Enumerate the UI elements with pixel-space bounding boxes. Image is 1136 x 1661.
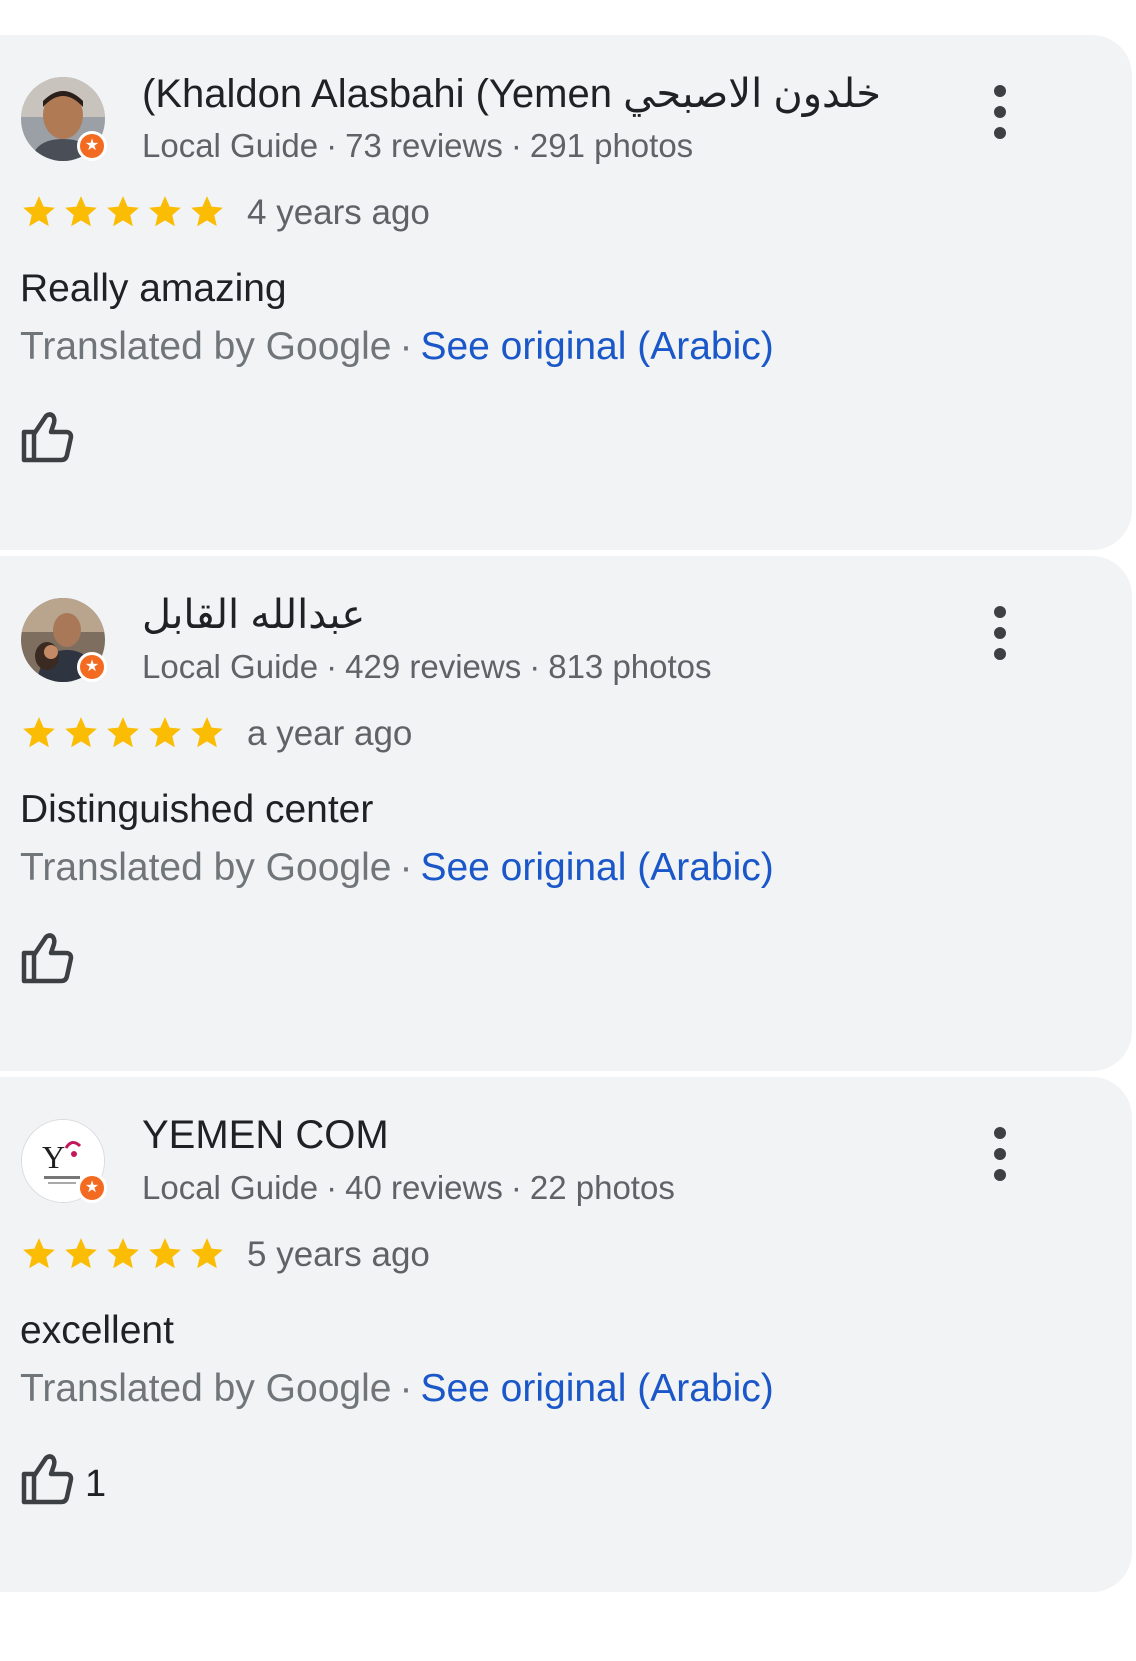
star-rating (20, 714, 230, 754)
separator: · (510, 127, 522, 164)
photos-count: 22 photos (529, 1169, 675, 1206)
guide-label: Local Guide (142, 648, 319, 685)
reviewer-name[interactable]: عبدالله القابل (142, 592, 365, 638)
see-original-link[interactable]: See original (Arabic) (420, 846, 773, 889)
separator: · (529, 648, 541, 685)
reviewer-meta: Local Guide · 429 reviews · 813 photos (142, 648, 712, 686)
translated-label: Translated by Google (20, 325, 392, 368)
like-button[interactable] (20, 931, 74, 987)
separator: · (326, 648, 338, 685)
star-icon (23, 196, 55, 227)
thumb-up-icon (21, 1454, 74, 1505)
review-time: 4 years ago (247, 193, 430, 232)
guide-label: Local Guide (142, 127, 319, 164)
reviewer-meta: Local Guide · 73 reviews · 291 photos (142, 127, 693, 165)
review-text: excellent (20, 1309, 174, 1352)
star-icon (191, 717, 223, 748)
translation-line: Translated by Google · See original (Arabi… (20, 1367, 774, 1411)
star-icon (107, 196, 139, 227)
review-card: ★ (Khaldon Alasbahi (Yemen خلدون الاصبحي… (0, 35, 1132, 550)
review-card: Y ★ YEMEN COM Local Guide · 40 reviews · 22 … (0, 1077, 1132, 1592)
star-icon (65, 717, 97, 748)
reviewer-name[interactable]: (Khaldon Alasbahi (Yemen خلدون الاصبحي (142, 71, 881, 117)
local-guide-star-icon: ★ (77, 131, 107, 161)
star-icon (149, 717, 181, 748)
star-icon (191, 1238, 223, 1269)
star-icon (191, 196, 223, 227)
reviews-count: 429 reviews (345, 648, 522, 685)
separator: · (399, 846, 413, 889)
reviewer-avatar[interactable]: ★ (21, 77, 107, 161)
star-icon (149, 196, 181, 227)
like-button[interactable] (20, 410, 74, 466)
review-text: Really amazing (20, 267, 287, 310)
reviewer-avatar[interactable]: Y ★ (21, 1119, 107, 1203)
separator: · (510, 1169, 522, 1206)
review-time: a year ago (247, 714, 413, 753)
reviewer-meta: Local Guide · 40 reviews · 22 photos (142, 1169, 675, 1207)
separator: · (326, 127, 338, 164)
separator: · (399, 325, 413, 368)
reviewer-avatar[interactable]: ★ (21, 598, 107, 682)
star-rating (20, 1235, 230, 1275)
more-vert-icon[interactable] (982, 1127, 1018, 1191)
review-card: ★ عبدالله القابل Local Guide · 429 reviews… (0, 556, 1132, 1071)
star-icon (23, 1238, 55, 1269)
review-text: Distinguished center (20, 788, 374, 831)
photos-count: 813 photos (548, 648, 712, 685)
see-original-link[interactable]: See original (Arabic) (420, 325, 773, 368)
photos-count: 291 photos (529, 127, 694, 164)
translation-line: Translated by Google · See original (Arabi… (20, 846, 774, 890)
like-button[interactable] (20, 1452, 74, 1508)
star-icon (107, 717, 139, 748)
see-original-link[interactable]: See original (Arabic) (420, 1367, 773, 1410)
local-guide-star-icon: ★ (77, 652, 107, 682)
reviews-count: 73 reviews (345, 127, 503, 164)
star-rating (20, 193, 230, 233)
reviewer-name[interactable]: YEMEN COM (142, 1113, 389, 1158)
star-icon (149, 1238, 181, 1269)
star-icon (65, 1238, 97, 1269)
translation-line: Translated by Google · See original (Arabi… (20, 325, 774, 369)
star-icon (65, 196, 97, 227)
local-guide-star-icon: ★ (77, 1173, 107, 1203)
guide-label: Local Guide (142, 1169, 319, 1206)
reviews-count: 40 reviews (345, 1169, 503, 1206)
thumb-up-icon (21, 412, 74, 463)
translated-label: Translated by Google (20, 1367, 392, 1410)
separator: · (399, 1367, 413, 1410)
svg-text:Y: Y (42, 1139, 65, 1175)
review-time: 5 years ago (247, 1235, 430, 1274)
separator: · (326, 1169, 338, 1206)
star-icon (23, 717, 55, 748)
star-icon (107, 1238, 139, 1269)
thumb-up-icon (21, 933, 74, 984)
more-vert-icon[interactable] (982, 606, 1018, 670)
translated-label: Translated by Google (20, 846, 392, 889)
like-count: 1 (85, 1463, 107, 1505)
more-vert-icon[interactable] (982, 85, 1018, 149)
